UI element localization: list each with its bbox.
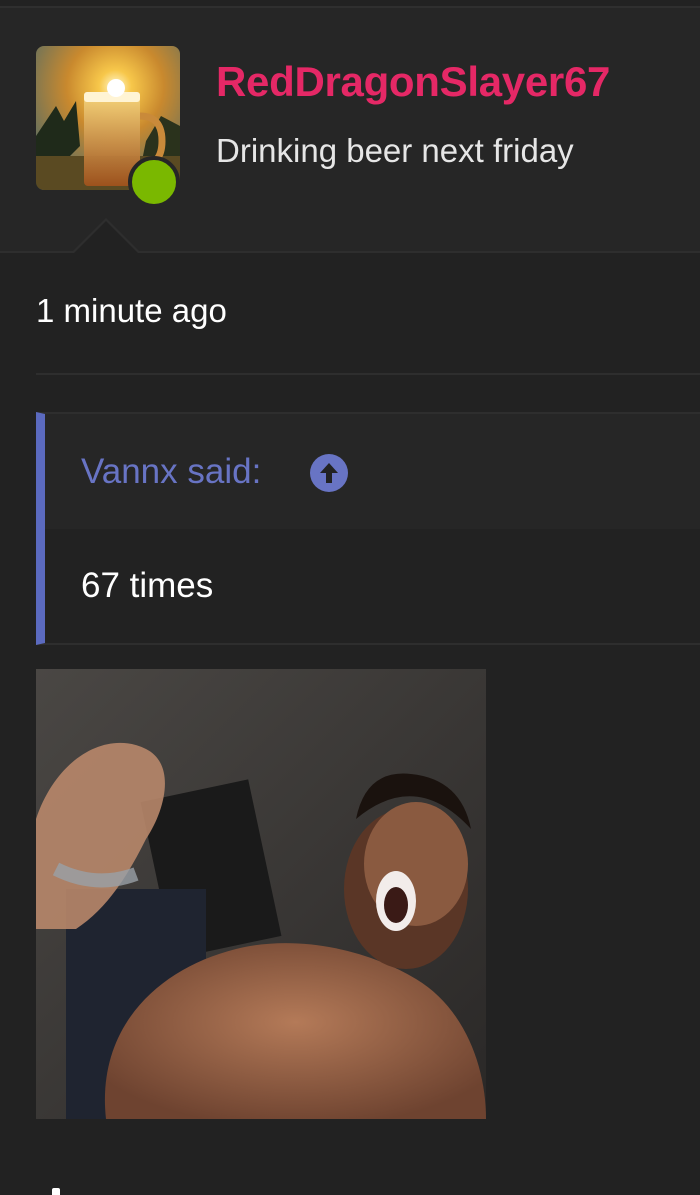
quote-block: Vannx said: 67 times — [36, 412, 700, 645]
next-post-partial-text — [52, 1188, 60, 1195]
online-status-dot — [128, 156, 180, 208]
quote-author[interactable]: Vannx said: — [81, 452, 261, 492]
user-avatar-container[interactable] — [36, 46, 180, 208]
post-timestamp[interactable]: 1 minute ago — [36, 292, 227, 330]
username[interactable]: RedDragonSlayer67 — [216, 58, 610, 106]
header-caret — [72, 218, 140, 253]
quote-header: Vannx said: — [45, 414, 700, 529]
reaction-gif[interactable] — [36, 669, 486, 1119]
user-status-text: Drinking beer next friday — [216, 132, 574, 169]
arrow-up-circle-icon[interactable] — [310, 454, 348, 492]
quote-body: 67 times — [81, 566, 214, 605]
post-header: RedDragonSlayer67 Drinking beer next fri… — [0, 8, 700, 253]
timestamp-divider — [36, 373, 700, 375]
